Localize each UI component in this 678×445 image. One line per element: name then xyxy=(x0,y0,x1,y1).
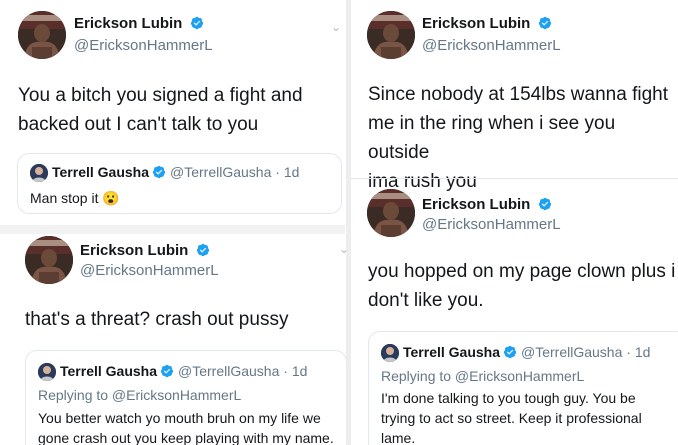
verified-badge-icon xyxy=(538,197,552,211)
tweet-text: you hopped on my page clown plus i don't… xyxy=(368,257,678,315)
tweet-text: You a bitch you signed a fight and backe… xyxy=(18,81,338,139)
quoted-text-line: You better watch yo mouth bruh on my lif… xyxy=(38,410,321,426)
quoted-tweet[interactable]: Terrell Gausha @TerrellGausha · 1d Replyi… xyxy=(368,331,678,445)
quoted-tweet-header: Terrell Gausha @TerrellGausha · 1d xyxy=(30,164,300,183)
author-name-text[interactable]: Erickson Lubin xyxy=(422,15,530,32)
avatar[interactable] xyxy=(25,236,73,284)
author-handle[interactable]: @EricksonHammerL xyxy=(422,216,561,233)
author-name-text[interactable]: Erickson Lubin xyxy=(74,15,182,32)
tweet-divider xyxy=(351,178,678,179)
author-handle[interactable]: @EricksonHammerL xyxy=(74,37,213,54)
quoted-text: Man stop it xyxy=(30,190,99,206)
quoted-handle-time: @TerrellGausha · 1d xyxy=(178,363,308,379)
quoted-author-name: Terrell Gausha xyxy=(403,344,501,360)
author-name[interactable]: Erickson Lubin xyxy=(74,15,204,32)
quoted-text-line: gone crash out you keep playing with my … xyxy=(38,430,334,445)
tweet-text-line: ima rush you xyxy=(368,171,477,192)
quoted-handle-time: @TerrellGausha · 1d xyxy=(170,164,300,180)
quoted-tweet-header: Terrell Gausha @TerrellGausha · 1d xyxy=(381,344,651,363)
avatar[interactable] xyxy=(18,11,66,59)
quoted-text-line: I'm done talking to you tough guy. You b… xyxy=(381,390,636,406)
tweet-text-line: You a bitch you signed a fight and xyxy=(18,85,303,106)
quoted-avatar xyxy=(30,164,48,183)
astonished-emoji-icon: 😮 xyxy=(102,190,120,206)
quoted-tweet-text: You better watch yo mouth bruh on my lif… xyxy=(38,408,343,445)
replying-to[interactable]: Replying to @EricksonHammerL xyxy=(381,368,584,384)
quoted-text-line: trying to act so street. Keep it profess… xyxy=(381,410,642,426)
verified-badge-icon xyxy=(538,16,552,30)
tweet-text-line: Since nobody at 154lbs wanna fight xyxy=(368,84,668,105)
quoted-tweet[interactable]: Terrell Gausha @TerrellGausha · 1d Replyi… xyxy=(25,350,347,445)
chevron-down-icon[interactable]: ⌄ xyxy=(331,20,341,34)
quoted-avatar xyxy=(381,344,399,363)
author-name-text[interactable]: Erickson Lubin xyxy=(422,196,530,213)
author-handle[interactable]: @EricksonHammerL xyxy=(80,262,219,279)
quoted-avatar xyxy=(38,363,56,382)
quoted-tweet-header: Terrell Gausha @TerrellGausha · 1d xyxy=(38,363,308,382)
verified-badge-icon xyxy=(190,16,204,30)
quoted-tweet-text: I'm done talking to you tough guy. You b… xyxy=(381,388,676,445)
author-name[interactable]: Erickson Lubin xyxy=(80,242,210,259)
right-column: Erickson Lubin @EricksonHammerL Since no… xyxy=(351,0,678,445)
tweet-text-line: me in the ring when i see you outside xyxy=(368,113,616,163)
quoted-tweet[interactable]: Terrell Gausha @TerrellGausha · 1d Man st… xyxy=(17,153,342,214)
quoted-handle-time: @TerrellGausha · 1d xyxy=(521,344,651,360)
tweet-divider xyxy=(0,225,345,234)
tweet-text-line: backed out I can't talk to you xyxy=(18,114,259,135)
quoted-author-name: Terrell Gausha xyxy=(52,164,150,180)
verified-badge-icon xyxy=(160,364,174,378)
avatar[interactable] xyxy=(367,11,415,59)
tweet-text-line: don't like you. xyxy=(368,290,484,311)
verified-badge-icon xyxy=(503,345,517,359)
tweet-text-line: you hopped on my page clown plus i xyxy=(368,261,676,282)
author-handle[interactable]: @EricksonHammerL xyxy=(422,37,561,54)
quoted-tweet-text: Man stop it 😮 xyxy=(30,188,120,208)
author-name-text[interactable]: Erickson Lubin xyxy=(80,242,188,259)
left-column: Erickson Lubin @EricksonHammerL ⌄ You a … xyxy=(0,0,349,445)
quoted-author-name: Terrell Gausha xyxy=(60,363,158,379)
avatar[interactable] xyxy=(367,189,415,237)
verified-badge-icon xyxy=(152,165,166,179)
replying-to[interactable]: Replying to @EricksonHammerL xyxy=(38,387,241,403)
verified-badge-icon xyxy=(196,243,210,257)
quoted-text-line: lame. xyxy=(381,430,416,445)
author-name[interactable]: Erickson Lubin xyxy=(422,196,552,213)
tweet-text: that's a threat? crash out pussy xyxy=(25,309,289,330)
author-name[interactable]: Erickson Lubin xyxy=(422,15,552,32)
